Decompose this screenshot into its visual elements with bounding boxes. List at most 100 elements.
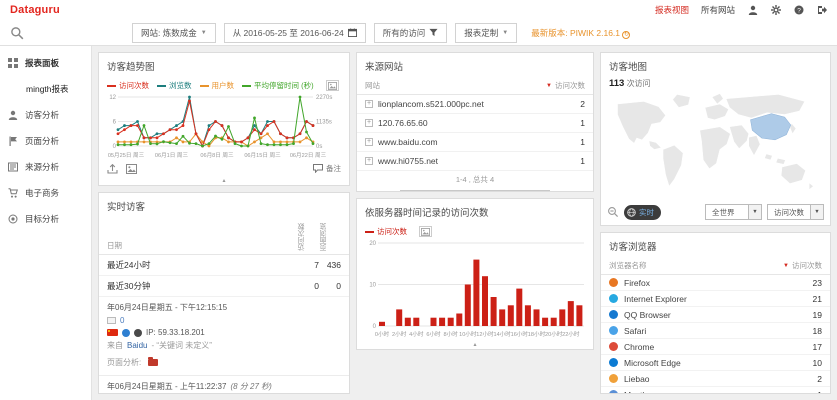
version-label[interactable]: 最新版本: PIWIK 2.16.1 ↻ (531, 27, 630, 39)
bar[interactable] (568, 301, 574, 326)
bar[interactable] (482, 276, 488, 326)
svg-text:4小时: 4小时 (409, 330, 424, 338)
visitor-ip: IP: 59.33.18.201 (146, 328, 205, 337)
visitor-trend-widget: 访客趋势图 访问次数浏览数用户数平均停留时间 (秒) 00s61135s1222… (98, 52, 350, 186)
bar[interactable] (559, 309, 565, 326)
nav-all-websites[interactable]: 所有网站 (701, 4, 735, 16)
date-range-selector[interactable]: 从 2016-05-25 至 2016-06-24 (224, 23, 366, 43)
browser-row[interactable]: Internet Explorer21 (601, 291, 830, 307)
referrer-row[interactable]: +www.hi0755.net1 (357, 152, 593, 171)
legend-item[interactable]: 用户数 (200, 80, 235, 91)
bar[interactable] (551, 318, 557, 326)
browser-row[interactable]: Safari18 (601, 323, 830, 339)
datetime-text: 年06月24日星期五 - 下午12:15:15 (107, 302, 227, 313)
image-export-icon[interactable] (326, 80, 339, 91)
bar[interactable] (431, 318, 437, 326)
realtime-map-toggle[interactable]: 实时 (624, 205, 661, 220)
gear-icon[interactable] (770, 5, 781, 16)
server-time-bar-chart[interactable]: 010200小时2小时4小时6小时8小时10小时12小时14小时16小时18小时… (363, 238, 587, 342)
nav-report-view[interactable]: 报表视图 (655, 4, 689, 16)
bar[interactable] (448, 318, 454, 326)
bar[interactable] (525, 305, 531, 326)
legend-item[interactable]: 浏览数 (157, 80, 192, 91)
expand-icon[interactable]: + (365, 119, 373, 127)
segment-selector[interactable]: 所有的访问 (374, 23, 448, 43)
zoom-out-icon[interactable] (607, 206, 619, 218)
expand-icon[interactable]: + (365, 138, 373, 146)
visitor-log-entry: 年06月24日星期五 - 上午11:22:37 (8 分 27 秒) 58 IP… (99, 376, 349, 394)
widget-collapse-caret[interactable]: ▴ (99, 178, 349, 185)
svg-text:12: 12 (109, 95, 116, 101)
legend-item[interactable]: 访问次数 (365, 226, 407, 237)
referrer-row[interactable]: +lionplancom.s521.000pc.net2 (357, 95, 593, 114)
annotations-button[interactable]: 备注 (313, 163, 341, 174)
sidebar-item-label: mingth报表 (26, 83, 69, 95)
expand-icon[interactable]: + (365, 157, 373, 165)
browser-row[interactable]: Liebao2 (601, 371, 830, 387)
ecommerce-icon (8, 188, 19, 199)
referrer-visits: 2 (580, 99, 585, 109)
referrer-row[interactable]: +120.76.65.601 (357, 114, 593, 133)
legend-label: 用户数 (212, 80, 235, 91)
col-website: 网站 (365, 80, 380, 91)
sidebar-item[interactable]: 页面分析 (0, 128, 91, 154)
image-export-icon[interactable] (419, 226, 432, 237)
bar[interactable] (396, 309, 402, 326)
report-menu[interactable]: 报表定制▼ (455, 23, 517, 43)
sidebar-item[interactable]: 访客分析 (0, 102, 91, 128)
bar[interactable] (456, 314, 462, 326)
bar[interactable] (491, 297, 497, 326)
bar[interactable] (473, 260, 479, 326)
bar[interactable] (439, 318, 445, 326)
browser-row[interactable]: Maxthon1 (601, 387, 830, 394)
signout-icon[interactable] (816, 5, 827, 16)
sidebar-item[interactable]: 目标分析 (0, 206, 91, 232)
map-region-select[interactable]: 全世界▼ (705, 204, 762, 220)
sidebar-item[interactable]: 来源分析 (0, 154, 91, 180)
sidebar-item[interactable]: 报表面板 (0, 50, 91, 76)
bar[interactable] (576, 305, 582, 326)
image-export-icon[interactable] (126, 164, 137, 174)
browser-row[interactable]: Chrome17 (601, 339, 830, 355)
col-visits: 访问次数 (297, 219, 319, 251)
referrer-search-input[interactable] (400, 190, 550, 192)
datetime-text: 年06月24日星期五 - 上午11:22:37 (107, 381, 226, 392)
browser-row[interactable]: QQ Browser19 (601, 307, 830, 323)
browser-row[interactable]: Firefox23 (601, 275, 830, 291)
export-icon[interactable] (107, 164, 118, 174)
browser-row[interactable]: Microsoft Edge10 (601, 355, 830, 371)
top-nav: 报表视图 所有网站 ? (655, 4, 827, 16)
world-map[interactable] (607, 90, 824, 202)
bar[interactable] (516, 289, 522, 326)
bar[interactable] (465, 285, 471, 327)
bar[interactable] (413, 318, 419, 326)
bar[interactable] (499, 309, 505, 326)
edge-icon (609, 358, 618, 367)
referrer-link[interactable]: Baidu (127, 341, 147, 350)
map-metric-select[interactable]: 访问次数▼ (767, 204, 824, 220)
user-icon[interactable] (747, 5, 758, 16)
site-selector[interactable]: 网站: 炼数成金▼ (132, 23, 216, 43)
help-icon[interactable]: ? (793, 5, 804, 16)
pageviews-value: 436 (319, 260, 341, 270)
page-folder-icon[interactable] (148, 359, 158, 366)
expand-icon[interactable]: + (365, 100, 373, 108)
pageviews-value: 0 (319, 281, 341, 291)
bar[interactable] (508, 305, 514, 326)
bar[interactable] (405, 318, 411, 326)
col-visits[interactable]: 访问次数 (792, 260, 822, 271)
widget-collapse-caret[interactable]: ▴ (357, 342, 593, 349)
bar[interactable] (542, 318, 548, 326)
referrer-row[interactable]: +www.baidu.com1 (357, 133, 593, 152)
col-visits[interactable]: 访问次数 (555, 80, 585, 91)
search-icon[interactable] (10, 26, 24, 40)
sidebar-subitem[interactable]: mingth报表 (0, 76, 91, 102)
sidebar-item[interactable]: 电子商务 (0, 180, 91, 206)
legend-item[interactable]: 平均停留时间 (秒) (242, 80, 314, 91)
visitor-trend-chart[interactable]: 00s61135s122270s05月25日 周三06月1日 周三06月8日 周… (105, 92, 343, 161)
toolbar: 网站: 炼数成金▼ 从 2016-05-25 至 2016-06-24 所有的访… (0, 20, 837, 46)
bar[interactable] (379, 322, 385, 326)
referrer-site: www.baidu.com (378, 137, 438, 147)
legend-item[interactable]: 访问次数 (107, 80, 149, 91)
bar[interactable] (534, 309, 540, 326)
